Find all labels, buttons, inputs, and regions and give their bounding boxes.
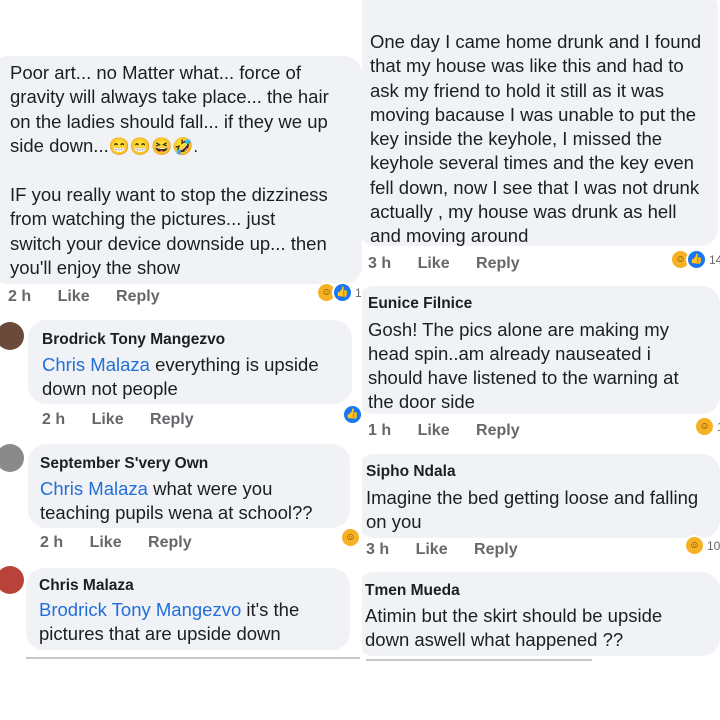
comment-meta: 2 h Like Reply bbox=[8, 288, 182, 306]
avatar[interactable] bbox=[0, 322, 24, 350]
timestamp: 2 h bbox=[40, 534, 64, 551]
commenter-name[interactable]: Sipho Ndala bbox=[366, 462, 456, 482]
comment-text: Poor art... no Matter what... force of g… bbox=[10, 62, 329, 279]
mention-link[interactable]: Chris Malaza bbox=[42, 354, 150, 375]
comment-bubble: Brodrick Tony Mangezvo Chris Malaza ever… bbox=[28, 320, 352, 404]
timestamp: 2 h bbox=[8, 288, 32, 305]
avatar[interactable] bbox=[0, 444, 24, 472]
like-reaction-icon: 👍 bbox=[686, 249, 707, 270]
like-reaction-icon: 👍 bbox=[342, 404, 362, 425]
timestamp: 1 h bbox=[368, 422, 392, 439]
comment-text: Atimin but the skirt should be upside do… bbox=[365, 605, 663, 650]
comment-text: Imagine the bed getting loose and fallin… bbox=[366, 487, 699, 532]
reaction-summary[interactable]: 👍 bbox=[342, 404, 362, 425]
timestamp: 3 h bbox=[366, 541, 390, 558]
mention-link[interactable]: Brodrick Tony Mangezvo bbox=[39, 599, 241, 620]
comment-meta: 3 h Like Reply bbox=[368, 255, 542, 273]
reaction-summary[interactable]: ☺ 👍 14 bbox=[670, 249, 720, 270]
reaction-count: 14 bbox=[709, 252, 720, 267]
commenter-name[interactable]: Tmen Mueda bbox=[365, 581, 460, 601]
comment-text: Chris Malaza everything is upside down n… bbox=[42, 354, 319, 399]
like-reaction-icon: 👍 bbox=[332, 282, 353, 303]
reply-button[interactable]: Reply bbox=[148, 534, 192, 551]
divider bbox=[26, 657, 360, 659]
left-screenshot: Poor art... no Matter what... force of g… bbox=[0, 0, 362, 720]
comment-text: Gosh! The pics alone are making my head … bbox=[368, 319, 679, 412]
comment-bubble: Sipho Ndala Imagine the bed getting loos… bbox=[362, 454, 720, 538]
like-button[interactable]: Like bbox=[92, 411, 124, 428]
like-button[interactable]: Like bbox=[418, 255, 450, 272]
like-button[interactable]: Like bbox=[416, 541, 448, 558]
right-screenshot: One day I came home drunk and I found th… bbox=[362, 0, 720, 720]
comment-meta: 1 h Like Reply bbox=[368, 422, 542, 440]
commenter-name[interactable]: Eunice Filnice bbox=[368, 294, 472, 314]
reply-button[interactable]: Reply bbox=[476, 255, 520, 272]
comment-meta: 2 h Like Reply bbox=[42, 411, 216, 429]
comment-bubble: Eunice Filnice Gosh! The pics alone are … bbox=[362, 286, 720, 414]
comment-text: One day I came home drunk and I found th… bbox=[370, 31, 702, 247]
reaction-summary[interactable]: ☺ 1 bbox=[694, 416, 720, 437]
comment-bubble-top-left: Poor art... no Matter what... force of g… bbox=[0, 56, 362, 284]
comment-meta: 3 h Like Reply bbox=[366, 541, 540, 559]
reaction-summary[interactable]: ☺ 👍 1 bbox=[316, 282, 362, 303]
reaction-summary[interactable]: ☺ 10 bbox=[684, 535, 720, 556]
haha-reaction-icon: ☺ bbox=[340, 527, 361, 548]
timestamp: 3 h bbox=[368, 255, 392, 272]
comment-bubble: Tmen Mueda Atimin but the skirt should b… bbox=[362, 572, 720, 656]
commenter-name[interactable]: Brodrick Tony Mangezvo bbox=[42, 330, 225, 350]
commenter-name[interactable]: September S'very Own bbox=[40, 454, 208, 474]
mention-link[interactable]: Chris Malaza bbox=[40, 478, 148, 499]
divider bbox=[366, 659, 592, 661]
haha-reaction-icon: ☺ bbox=[684, 535, 705, 556]
emoji-sequence: 😁😁😆🤣. bbox=[108, 136, 199, 156]
comment-bubble-top-right: One day I came home drunk and I found th… bbox=[362, 0, 718, 246]
reply-button[interactable]: Reply bbox=[474, 541, 518, 558]
comment-meta: 2 h Like Reply bbox=[40, 534, 214, 552]
timestamp: 2 h bbox=[42, 411, 66, 428]
comment-text: Brodrick Tony Mangezvo it's the pictures… bbox=[39, 599, 300, 644]
reaction-summary[interactable]: ☺ bbox=[340, 527, 361, 548]
reaction-count: 10 bbox=[707, 538, 720, 553]
avatar[interactable] bbox=[0, 566, 24, 594]
comment-bubble: September S'very Own Chris Malaza what w… bbox=[28, 444, 350, 528]
like-button[interactable]: Like bbox=[418, 422, 450, 439]
reaction-count: 1 bbox=[355, 285, 362, 300]
reply-button[interactable]: Reply bbox=[476, 422, 520, 439]
commenter-name[interactable]: Chris Malaza bbox=[39, 576, 134, 596]
haha-reaction-icon: ☺ bbox=[694, 416, 715, 437]
comment-bubble: Chris Malaza Brodrick Tony Mangezvo it's… bbox=[26, 568, 350, 650]
like-button[interactable]: Like bbox=[90, 534, 122, 551]
comment-text: Chris Malaza what were you teaching pupi… bbox=[40, 478, 313, 523]
like-button[interactable]: Like bbox=[58, 288, 90, 305]
reply-button[interactable]: Reply bbox=[116, 288, 160, 305]
reply-button[interactable]: Reply bbox=[150, 411, 194, 428]
